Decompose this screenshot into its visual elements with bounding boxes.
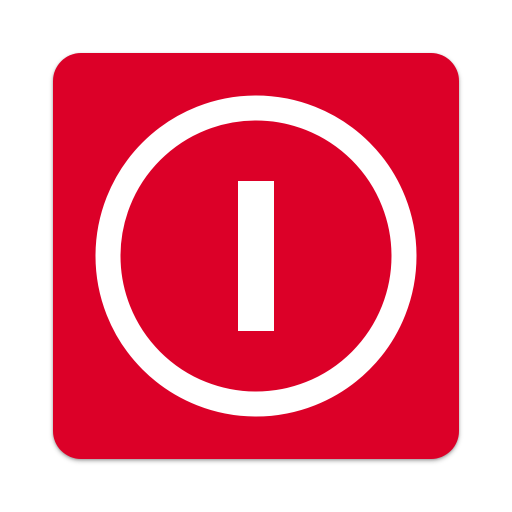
app-icon[interactable] <box>53 53 459 459</box>
power-switch-icon <box>95 95 417 417</box>
icon-canvas <box>0 0 512 512</box>
power-bar-icon <box>238 181 274 331</box>
